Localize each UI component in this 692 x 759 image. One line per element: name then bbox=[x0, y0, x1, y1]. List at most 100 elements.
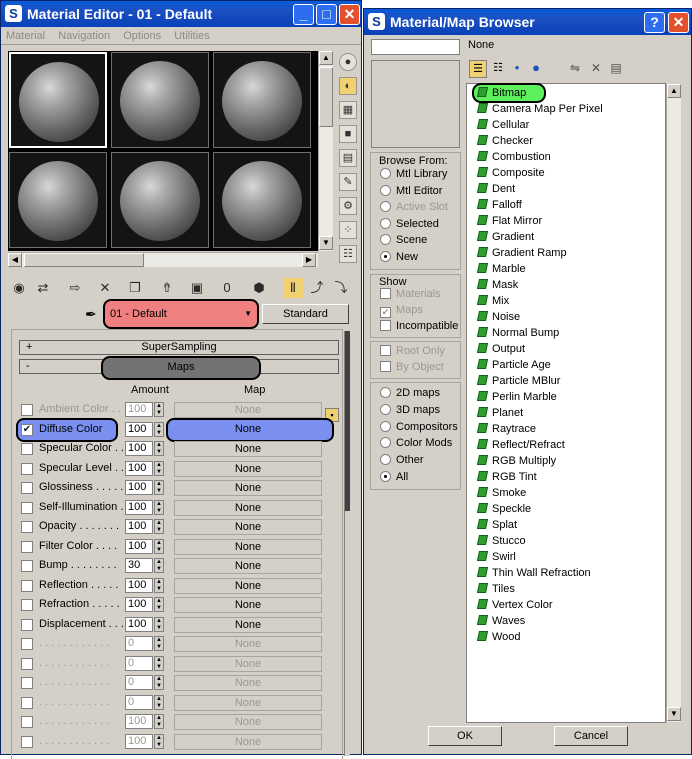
put-to-library-icon[interactable]: ▣ bbox=[187, 278, 207, 298]
chevron-down-icon[interactable]: ▼ bbox=[244, 306, 252, 322]
map-enable-checkbox[interactable] bbox=[21, 579, 33, 592]
map-list-item[interactable]: Cellular bbox=[476, 117, 529, 133]
menu-utilities[interactable]: Utilities bbox=[169, 27, 214, 45]
map-amount-field[interactable]: 100 bbox=[125, 441, 153, 456]
amount-spinner[interactable]: ▲ ▼ bbox=[154, 499, 164, 515]
map-slot-button[interactable]: None bbox=[174, 597, 322, 613]
map-enable-checkbox[interactable] bbox=[21, 618, 33, 631]
map-enable-checkbox[interactable] bbox=[21, 735, 33, 748]
material-name-field[interactable]: 01 - Default ▼ bbox=[108, 306, 255, 322]
map-enable-checkbox[interactable] bbox=[21, 443, 33, 455]
checkbox[interactable] bbox=[380, 320, 391, 331]
map-enable-checkbox[interactable] bbox=[21, 501, 33, 514]
make-unique-icon[interactable]: ⇮ bbox=[157, 278, 177, 298]
map-amount-field[interactable]: 100 bbox=[125, 616, 153, 632]
amount-spinner[interactable]: ▲ ▼ bbox=[154, 694, 164, 710]
sample-slot-3[interactable] bbox=[213, 52, 311, 148]
map-slot-button[interactable]: None bbox=[174, 694, 322, 711]
map-enable-checkbox[interactable] bbox=[21, 657, 33, 670]
minimize-button[interactable]: _ bbox=[293, 4, 314, 25]
map-list-item[interactable]: Perlin Marble bbox=[476, 389, 557, 405]
map-amount-field[interactable]: 100 bbox=[125, 480, 153, 495]
put-material-to-scene-icon[interactable]: ⇄ bbox=[33, 278, 53, 298]
category-option[interactable]: 2D maps bbox=[380, 387, 440, 403]
scroll-thumb[interactable] bbox=[345, 331, 350, 511]
map-amount-field[interactable]: 0 bbox=[125, 675, 153, 690]
map-list-item[interactable]: Vertex Color bbox=[476, 597, 553, 613]
radio-button[interactable] bbox=[380, 234, 391, 245]
view-large-icons-icon[interactable]: ● bbox=[527, 60, 545, 78]
category-option[interactable]: Compositors bbox=[380, 420, 458, 437]
amount-spinner[interactable]: ▲ ▼ bbox=[154, 675, 164, 690]
map-list-item[interactable]: Splat bbox=[476, 517, 517, 533]
video-color-check-icon[interactable]: ▤ bbox=[339, 149, 357, 167]
map-slot-button[interactable]: None bbox=[174, 616, 322, 633]
menu-options[interactable]: Options bbox=[118, 27, 166, 45]
map-slot-button[interactable]: None bbox=[174, 480, 322, 496]
map-enable-checkbox[interactable] bbox=[21, 521, 33, 533]
map-enable-checkbox[interactable]: ✔ bbox=[21, 423, 33, 436]
sample-uv-tiling-icon[interactable]: ■ bbox=[339, 125, 357, 143]
map-enable-checkbox[interactable] bbox=[21, 540, 33, 553]
browse-from-option[interactable]: Mtl Editor bbox=[380, 184, 442, 201]
sample-slot-5[interactable] bbox=[111, 152, 209, 248]
slots-horizontal-scrollbar[interactable]: ◀ ▶ bbox=[8, 252, 318, 267]
reset-map-icon[interactable]: ✕ bbox=[95, 278, 115, 298]
supersampling-rollout[interactable]: + SuperSampling bbox=[19, 340, 339, 355]
ok-button[interactable]: OK bbox=[428, 726, 502, 746]
scroll-down-arrow-icon[interactable]: ▼ bbox=[667, 707, 681, 721]
map-amount-field[interactable]: 100 bbox=[125, 519, 153, 534]
root-option[interactable]: By Object bbox=[380, 361, 444, 377]
amount-spinner[interactable]: ▲ ▼ bbox=[154, 616, 164, 632]
maximize-button[interactable]: □ bbox=[316, 4, 337, 25]
map-list-item[interactable]: Gradient bbox=[476, 229, 534, 245]
menu-navigation[interactable]: Navigation bbox=[53, 27, 115, 45]
radio-button[interactable] bbox=[380, 420, 391, 432]
map-enable-checkbox[interactable] bbox=[21, 677, 33, 689]
map-list-item[interactable]: Smoke bbox=[476, 485, 526, 501]
view-small-icons-icon[interactable]: ● bbox=[510, 60, 524, 78]
update-scene-materials-icon[interactable]: ⇋ bbox=[566, 60, 584, 78]
make-copy-icon[interactable]: ❐ bbox=[125, 278, 145, 298]
map-slot-button[interactable]: None bbox=[174, 402, 322, 418]
checkbox[interactable] bbox=[380, 345, 391, 356]
category-option[interactable]: All bbox=[380, 471, 408, 487]
map-enable-checkbox[interactable] bbox=[21, 599, 33, 611]
map-list-item[interactable]: Waves bbox=[476, 613, 525, 629]
delete-from-library-icon[interactable]: ✕ bbox=[587, 60, 605, 78]
get-material-icon[interactable]: ◉ bbox=[9, 278, 29, 298]
amount-spinner[interactable]: ▲ ▼ bbox=[154, 597, 164, 612]
map-enable-checkbox[interactable] bbox=[21, 638, 33, 650]
scroll-down-arrow-icon[interactable]: ▼ bbox=[319, 236, 333, 250]
map-list-item[interactable]: Raytrace bbox=[476, 421, 536, 437]
amount-spinner[interactable]: ▲ ▼ bbox=[154, 577, 164, 593]
map-list-item[interactable]: Tiles bbox=[476, 581, 515, 597]
amount-spinner[interactable]: ▲ ▼ bbox=[154, 480, 164, 495]
map-slot-button[interactable]: None bbox=[174, 460, 322, 477]
browse-from-option[interactable]: Mtl Library bbox=[380, 168, 447, 184]
show-option[interactable]: Materials bbox=[380, 288, 441, 304]
map-amount-field[interactable]: 100 bbox=[125, 402, 153, 417]
radio-button[interactable] bbox=[380, 250, 391, 262]
map-list-item[interactable]: Reflect/Refract bbox=[476, 437, 565, 453]
map-list-item[interactable]: Swirl bbox=[476, 549, 516, 565]
assign-material-icon[interactable]: ⇨ bbox=[65, 278, 85, 298]
sample-slot-6[interactable] bbox=[213, 152, 311, 248]
clear-material-library-icon[interactable]: ▤ bbox=[607, 60, 625, 78]
browse-from-option[interactable]: Selected bbox=[380, 217, 439, 234]
map-amount-field[interactable]: 100 bbox=[125, 538, 153, 554]
scroll-thumb[interactable] bbox=[319, 67, 333, 127]
browse-from-option[interactable]: New bbox=[380, 250, 418, 267]
amount-spinner[interactable]: ▲ ▼ bbox=[154, 538, 164, 554]
amount-spinner[interactable]: ▲ ▼ bbox=[154, 636, 164, 651]
go-forward-to-sibling-icon[interactable]: ⤵ bbox=[331, 278, 351, 298]
background-checker-icon[interactable]: ▦ bbox=[339, 101, 357, 119]
amount-spinner[interactable]: ▲ ▼ bbox=[154, 655, 164, 671]
map-list-item[interactable]: Camera Map Per Pixel bbox=[476, 101, 603, 117]
scroll-thumb[interactable] bbox=[24, 253, 144, 267]
view-list-icons-icon[interactable]: ☷ bbox=[489, 60, 507, 78]
map-slot-button[interactable]: None bbox=[174, 499, 322, 516]
browse-from-option[interactable]: Active Slot bbox=[380, 201, 448, 217]
go-to-parent-icon[interactable]: ⤴ bbox=[307, 278, 327, 298]
map-slot-button[interactable]: None bbox=[174, 714, 322, 730]
